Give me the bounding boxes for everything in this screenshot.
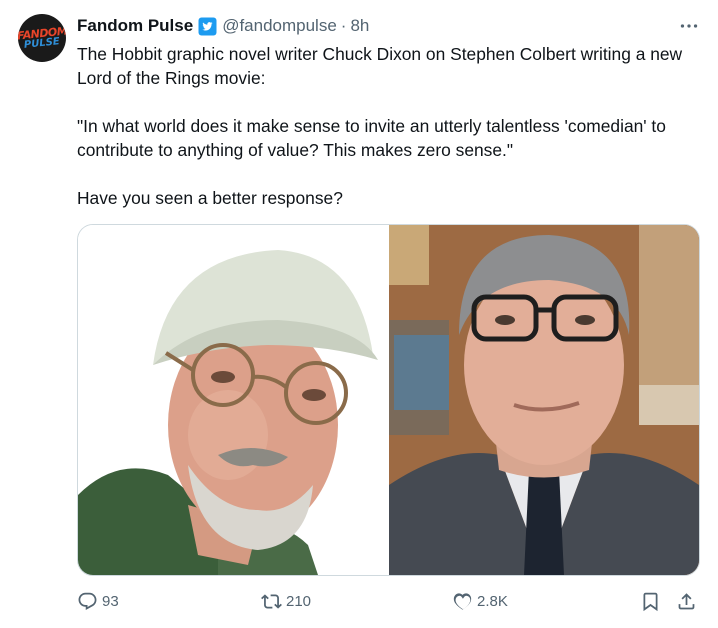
separator-dot: · bbox=[340, 16, 347, 35]
reply-icon bbox=[78, 592, 97, 610]
author-handle[interactable]: @fandompulse bbox=[222, 16, 337, 36]
photo-left[interactable] bbox=[78, 225, 389, 575]
tweet-actions: 93 210 2.8K bbox=[77, 588, 698, 614]
like-button[interactable]: 2.8K bbox=[452, 588, 508, 614]
reply-button[interactable]: 93 bbox=[77, 588, 119, 614]
tweet-media[interactable] bbox=[77, 224, 700, 576]
timestamp[interactable]: 8h bbox=[350, 16, 369, 36]
tweet-text-question: Have you seen a better response? bbox=[77, 188, 343, 208]
like-count: 2.8K bbox=[477, 592, 508, 610]
photo-right[interactable] bbox=[389, 225, 699, 575]
avatar[interactable]: FANDOM PULSE bbox=[18, 14, 66, 62]
tweet-text-intro: The Hobbit graphic novel writer Chuck Di… bbox=[77, 44, 683, 88]
share-icon bbox=[678, 592, 695, 609]
retweet-count: 210 bbox=[286, 592, 312, 610]
heart-icon bbox=[453, 592, 472, 610]
reply-count: 93 bbox=[102, 592, 119, 610]
more-icon[interactable] bbox=[678, 16, 700, 36]
author-name[interactable]: Fandom Pulse bbox=[77, 16, 193, 36]
verified-badge-icon bbox=[198, 17, 217, 36]
tweet: FANDOM PULSE Fandom Pulse @fandompulse ·… bbox=[0, 0, 718, 628]
tweet-text: The Hobbit graphic novel writer Chuck Di… bbox=[77, 42, 702, 210]
retweet-icon bbox=[261, 593, 282, 609]
bookmark-button[interactable] bbox=[640, 588, 661, 614]
tweet-header: Fandom Pulse @fandompulse · 8h bbox=[77, 15, 369, 37]
bookmark-icon bbox=[643, 592, 658, 611]
tweet-text-quote: "In what world does it make sense to inv… bbox=[77, 116, 666, 160]
retweet-button[interactable]: 210 bbox=[261, 588, 311, 614]
avatar-logo-bottom: PULSE bbox=[23, 35, 61, 51]
share-button[interactable] bbox=[676, 588, 697, 614]
